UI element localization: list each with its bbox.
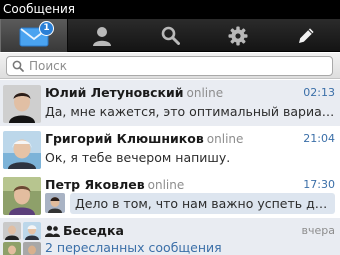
contacts-icon — [93, 26, 111, 46]
contact-name: Юлий Летуновский online — [45, 85, 224, 100]
group-conversation-row[interactable]: Беседка вчера 2 пересланных сообщения — [0, 218, 340, 255]
message-time: 17:30 — [303, 178, 335, 191]
message-preview: Ок, я тебе вечером напишу. — [45, 150, 231, 165]
online-status: online — [147, 178, 185, 192]
status-title: Сообщения — [3, 2, 76, 16]
avatar — [3, 131, 41, 169]
conversation-row[interactable]: Петр Яковлев online 17:30 Дело в том, что… — [0, 172, 340, 220]
unread-badge: 1 — [39, 21, 54, 36]
compose-icon — [299, 27, 314, 43]
group-icon — [45, 225, 60, 237]
settings-icon — [228, 26, 248, 45]
tab-contacts[interactable] — [68, 19, 136, 52]
avatar — [3, 85, 41, 123]
tab-search[interactable] — [136, 19, 204, 52]
conversation-row[interactable]: Григорий Клюшников online 21:04 Ок, я теб… — [0, 126, 340, 174]
sender-avatar — [45, 193, 65, 213]
message-time: 02:13 — [303, 86, 335, 99]
message-time: 21:04 — [303, 132, 335, 145]
message-time: вчера — [301, 224, 335, 237]
forwarded-messages-link[interactable]: 2 пересланных сообщения — [45, 240, 335, 255]
status-bar: Сообщения — [0, 0, 340, 19]
tab-bar: 1 — [0, 19, 340, 52]
search-box[interactable] — [6, 56, 333, 76]
tab-compose[interactable] — [272, 19, 340, 52]
tab-settings[interactable] — [204, 19, 272, 52]
contact-name: Петр Яковлев online — [45, 177, 185, 192]
message-preview: Дело в том, что нам важно успеть до след… — [75, 196, 330, 211]
avatar — [3, 177, 41, 215]
search-input[interactable] — [29, 58, 324, 74]
group-avatar — [3, 222, 41, 255]
online-status: online — [186, 86, 224, 100]
search-bar — [0, 53, 340, 79]
tab-messages[interactable]: 1 — [0, 19, 68, 52]
search-icon — [12, 60, 24, 72]
search-icon — [161, 26, 180, 45]
contact-name: Григорий Клюшников online — [45, 131, 244, 146]
online-status: online — [206, 132, 244, 146]
group-name: Беседка — [45, 223, 124, 238]
conversation-row[interactable]: Юлий Летуновский online 02:13 Да, мне каж… — [0, 80, 340, 128]
last-message-bubble: Дело в том, что нам важно успеть до след… — [45, 193, 335, 214]
message-preview: Да, мне кажется, это оптимальный вариант… — [45, 104, 335, 119]
